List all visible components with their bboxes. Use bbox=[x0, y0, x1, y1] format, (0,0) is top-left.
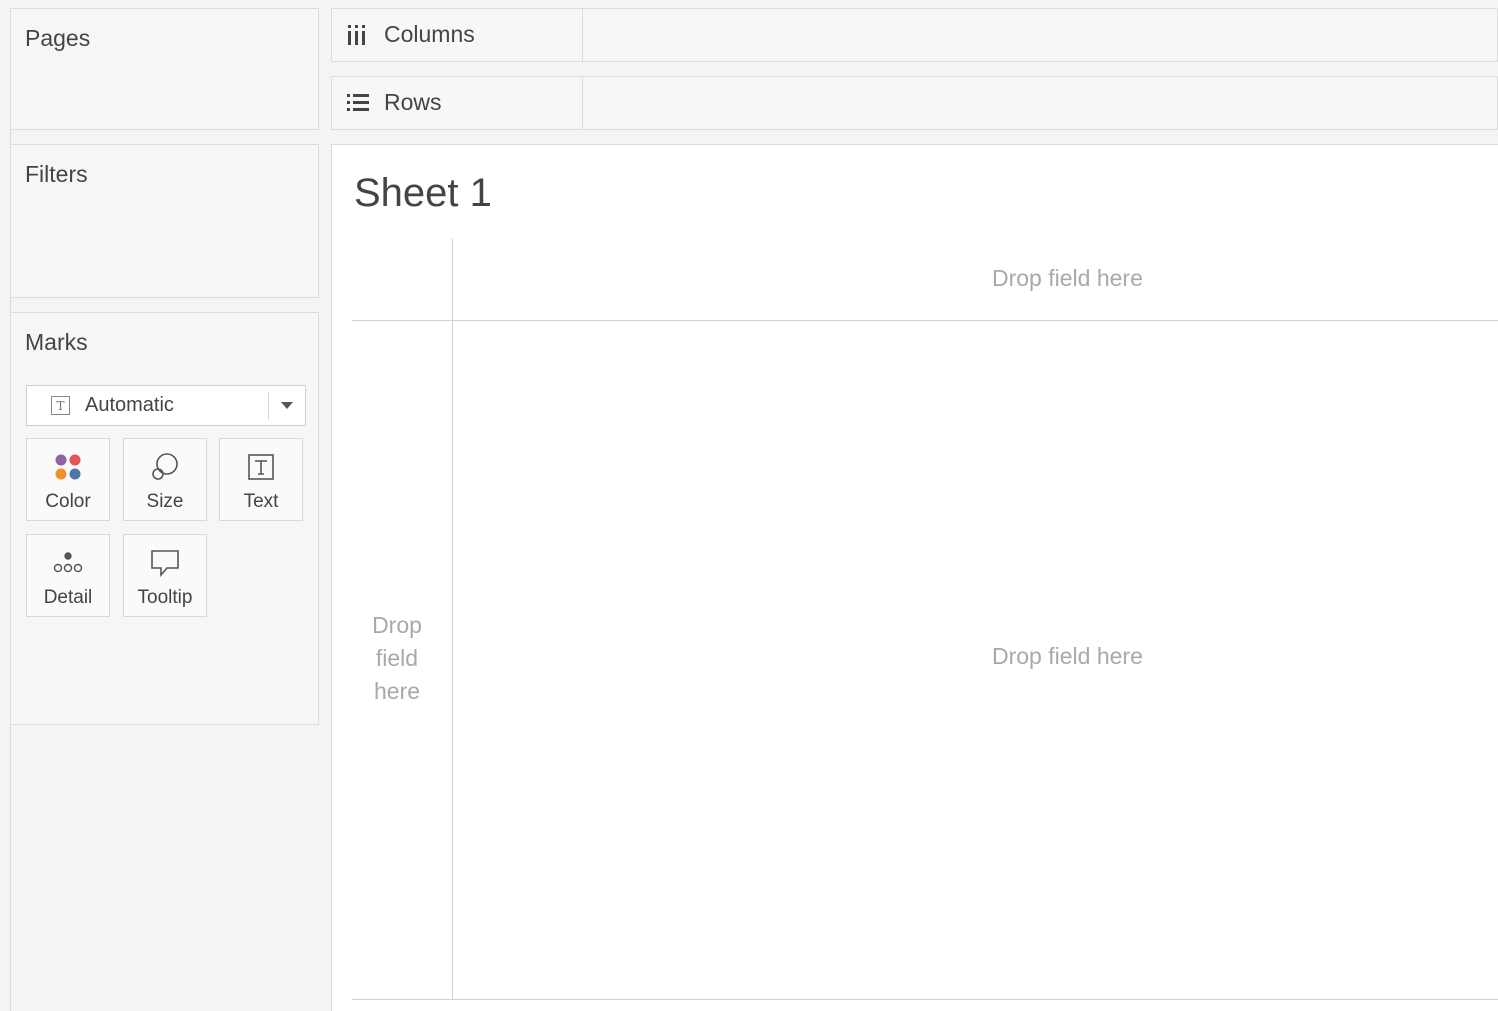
marks-card: Marks T Automatic Color Size Text Detail… bbox=[10, 312, 319, 725]
row-header-divider bbox=[452, 239, 453, 999]
mark-type-label: Automatic bbox=[85, 394, 174, 416]
rows-shelf: Rows bbox=[331, 76, 1498, 130]
filters-title: Filters bbox=[25, 161, 88, 187]
dropdown-separator bbox=[268, 392, 269, 420]
rows-shelf-header: Rows bbox=[332, 77, 583, 129]
rows-drop-area[interactable] bbox=[584, 77, 1497, 129]
pages-title: Pages bbox=[25, 25, 91, 51]
detail-button[interactable]: Detail bbox=[26, 534, 110, 617]
size-button[interactable]: Size bbox=[123, 438, 207, 521]
workspace: Pages Filters Marks T Automatic Color Si… bbox=[0, 0, 1498, 1011]
size-label: Size bbox=[146, 491, 184, 512]
view-bottom-border bbox=[352, 999, 1498, 1000]
sheet-title[interactable]: Sheet 1 bbox=[354, 171, 492, 216]
detail-label: Detail bbox=[43, 587, 93, 608]
size-icon bbox=[124, 451, 206, 483]
filters-card[interactable]: Filters bbox=[10, 144, 319, 298]
tooltip-icon bbox=[124, 547, 206, 579]
rows-icon bbox=[346, 91, 370, 115]
pages-card[interactable]: Pages bbox=[10, 8, 319, 130]
columns-drop-area[interactable] bbox=[584, 9, 1497, 61]
drop-field-columns[interactable]: Drop field here bbox=[992, 265, 1143, 292]
text-label: Text bbox=[243, 491, 279, 512]
columns-label: Columns bbox=[384, 21, 475, 47]
column-header-divider bbox=[352, 320, 1498, 321]
tooltip-label: Tooltip bbox=[137, 587, 193, 608]
text-button[interactable]: Text bbox=[219, 438, 303, 521]
mark-type-dropdown[interactable]: T Automatic bbox=[26, 385, 306, 426]
text-mark-icon: T bbox=[51, 396, 70, 415]
tooltip-button[interactable]: Tooltip bbox=[123, 534, 207, 617]
color-label: Color bbox=[45, 491, 91, 512]
columns-shelf-header: Columns bbox=[332, 9, 583, 61]
sheet-view: Sheet 1 Drop field here Drop field here … bbox=[331, 144, 1498, 1011]
text-icon bbox=[220, 451, 302, 483]
columns-shelf: Columns bbox=[331, 8, 1498, 62]
color-button[interactable]: Color bbox=[26, 438, 110, 521]
drop-rows-line-1: Drop bbox=[372, 612, 422, 638]
marks-title: Marks bbox=[25, 329, 88, 355]
detail-icon bbox=[27, 547, 109, 579]
drop-rows-line-2: field bbox=[375, 645, 419, 671]
columns-icon bbox=[346, 23, 370, 47]
drop-rows-line-3: here bbox=[373, 678, 421, 704]
rows-label: Rows bbox=[384, 89, 442, 115]
drop-field-main[interactable]: Drop field here bbox=[992, 643, 1143, 670]
color-icon bbox=[27, 451, 109, 483]
chevron-down-icon[interactable] bbox=[281, 402, 293, 409]
drop-field-rows[interactable]: Drop field here bbox=[362, 609, 432, 708]
